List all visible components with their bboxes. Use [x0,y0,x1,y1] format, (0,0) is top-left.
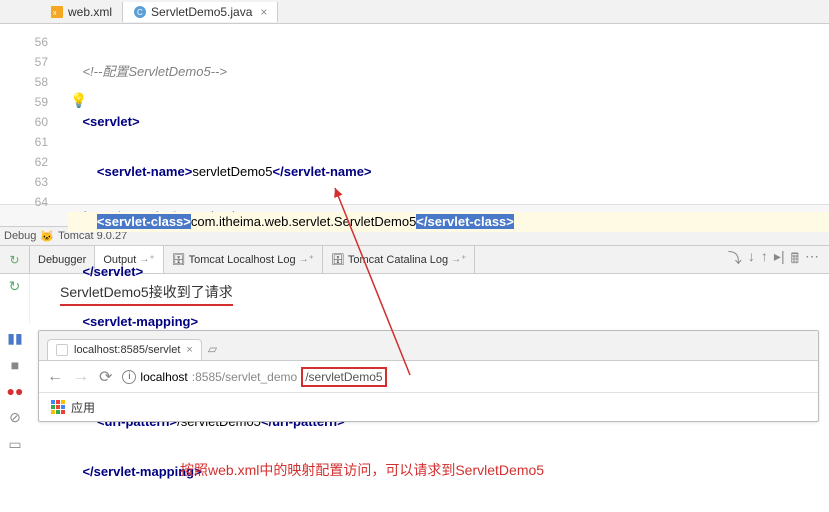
layout-icon[interactable]: ▭ [8,436,21,453]
code-content[interactable]: <!--配置ServletDemo5--> <servlet> <servlet… [68,24,829,204]
debug-label: Debug [4,230,36,242]
svg-text:C: C [137,8,143,17]
annotation-caption: 按照web.xml中的映射配置访问，可以请求到ServletDemo5 [180,460,544,480]
pause-icon[interactable]: ▮▮ [7,330,22,347]
java-class-icon: C [133,5,147,19]
close-icon[interactable]: × [260,5,267,19]
close-icon[interactable]: × [186,344,192,356]
forward-icon[interactable]: → [73,368,89,386]
tab-webxml[interactable]: x web.xml [40,2,123,22]
url-path-highlight: /servletDemo5 [301,367,386,387]
reload-icon[interactable]: ⟳ [99,367,112,387]
tab-servletdemo5[interactable]: C ServletDemo5.java × [123,2,278,22]
favicon-icon [56,344,68,356]
new-tab-icon[interactable]: ▱ [202,338,223,360]
browser-window: localhost:8585/servlet × ▱ ← → ⟳ i local… [38,330,819,422]
left-tool-strip: ▮▮ ■ ●● ⊘ ▭ [0,330,30,453]
lightbulb-icon[interactable]: 💡 [70,92,87,109]
apps-label[interactable]: 应用 [71,399,95,416]
address-bar[interactable]: i localhost:8585/servlet_demo/servletDem… [122,367,810,387]
xml-file-icon: x [50,5,64,19]
browser-toolbar: ← → ⟳ i localhost:8585/servlet_demo/serv… [39,361,818,393]
mute-breakpoints-icon[interactable]: ⊘ [9,409,21,426]
tab-label: web.xml [68,5,112,19]
site-info-icon[interactable]: i [122,370,136,384]
editor-tabs: x web.xml C ServletDemo5.java × [0,0,829,24]
resume-icon[interactable]: ↻ [9,278,21,295]
code-editor[interactable]: 56 57 58 59 60 61 62 63 64 💡 <!--配置Servl… [0,24,829,204]
back-icon[interactable]: ← [47,368,63,386]
apps-icon[interactable] [51,400,65,414]
stop-icon[interactable]: ■ [11,357,19,373]
rerun-icon[interactable]: ↻ [9,253,19,267]
browser-tabstrip: localhost:8585/servlet × ▱ [39,331,818,361]
tab-label: ServletDemo5.java [151,5,252,19]
bookmarks-bar: 应用 [39,393,818,421]
tomcat-icon: 🐱 [40,230,54,243]
view-breakpoints-icon[interactable]: ●● [7,383,24,399]
browser-tab[interactable]: localhost:8585/servlet × [47,339,202,360]
browser-tab-title: localhost:8585/servlet [74,344,180,356]
svg-text:x: x [53,10,57,17]
line-gutter: 56 57 58 59 60 61 62 63 64 💡 [0,24,68,204]
